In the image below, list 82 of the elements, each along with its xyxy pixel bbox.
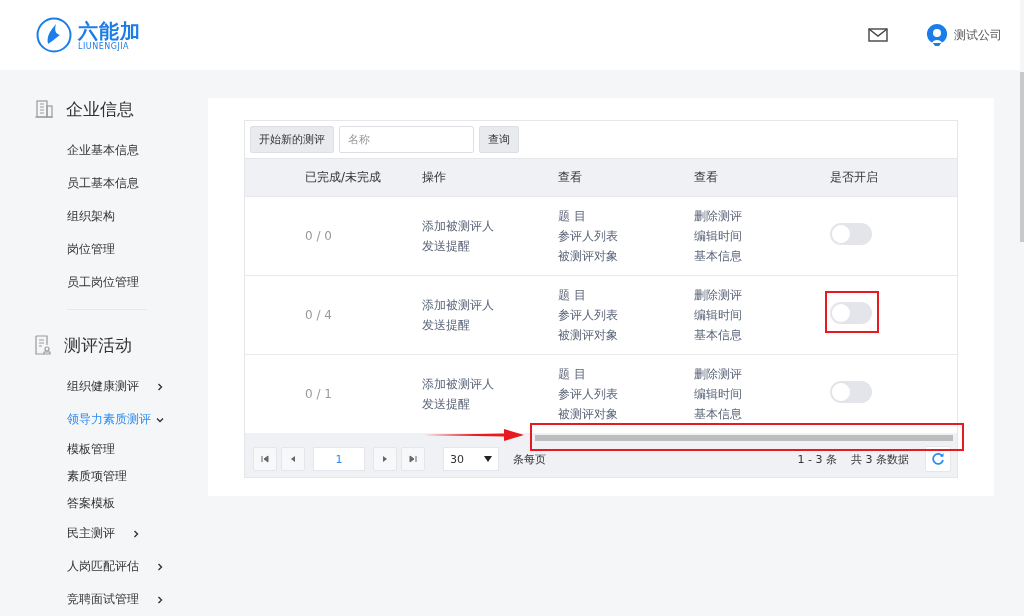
building-icon: [34, 100, 54, 118]
chevron-right-icon: [155, 381, 165, 392]
view-link[interactable]: 删除测评: [694, 207, 830, 225]
toggle-switch[interactable]: [830, 302, 872, 324]
triangle-left-icon: [289, 455, 297, 463]
sidebar-item[interactable]: 民主测评: [67, 517, 208, 550]
progress-count: 0 / 4: [305, 308, 333, 322]
action-link[interactable]: 添加被测评人: [422, 296, 558, 314]
new-evaluation-button[interactable]: 开始新的测评: [250, 126, 334, 153]
name-search-field[interactable]: 名称: [339, 126, 474, 153]
sidebar-item[interactable]: 组织架构: [67, 200, 208, 233]
page-size-select[interactable]: 30: [443, 447, 499, 471]
view-link[interactable]: 参评人列表: [558, 227, 694, 245]
column-header: 查看: [558, 169, 583, 186]
sidebar-item[interactable]: 员工岗位管理: [67, 266, 208, 299]
logo-subtext: LIUNENGJIA: [78, 41, 131, 51]
first-page-icon: [261, 455, 269, 463]
progress-count: 0 / 0: [305, 229, 333, 243]
column-header: 是否开启: [830, 169, 879, 186]
toggle-switch[interactable]: [830, 381, 872, 403]
sidebar-item[interactable]: 岗位管理: [67, 233, 208, 266]
refresh-button[interactable]: [925, 446, 951, 472]
sidebar-item[interactable]: 人岗匹配评估: [67, 550, 208, 583]
mail-icon[interactable]: [868, 28, 888, 42]
page-size-label: 条每页: [513, 451, 546, 467]
last-page-button[interactable]: [401, 447, 425, 471]
view-link[interactable]: 被测评对象: [558, 326, 694, 344]
sidebar-subitem[interactable]: 模板管理: [67, 436, 208, 463]
view-link[interactable]: 删除测评: [694, 365, 830, 383]
first-page-button[interactable]: [253, 447, 277, 471]
view-link[interactable]: 题 目: [558, 207, 694, 225]
view-link[interactable]: 删除测评: [694, 286, 830, 304]
caret-down-icon: [484, 456, 492, 462]
sidebar-subitem[interactable]: 答案模板: [67, 490, 208, 517]
view-link[interactable]: 被测评对象: [558, 247, 694, 265]
triangle-right-icon: [381, 455, 389, 463]
prev-page-button[interactable]: [281, 447, 305, 471]
last-page-icon: [409, 455, 417, 463]
page-number-field[interactable]: 1: [313, 447, 365, 471]
avatar-icon: [926, 23, 948, 47]
view-link[interactable]: 题 目: [558, 365, 694, 383]
logo-text: 六能加: [78, 19, 141, 42]
view-link[interactable]: 基本信息: [694, 247, 830, 265]
action-link[interactable]: 发送提醒: [422, 395, 558, 413]
sidebar-item[interactable]: 企业基本信息: [67, 134, 208, 167]
chevron-right-icon: [131, 528, 141, 539]
refresh-icon: [931, 452, 945, 466]
logo-icon: [36, 17, 72, 53]
sidebar-section-title: 企业信息: [66, 97, 134, 121]
view-link[interactable]: 编辑时间: [694, 306, 830, 324]
sidebar-item[interactable]: 员工基本信息: [67, 167, 208, 200]
action-link[interactable]: 添加被测评人: [422, 375, 558, 393]
view-link[interactable]: 基本信息: [694, 405, 830, 423]
progress-count: 0 / 1: [305, 387, 333, 401]
sidebar-item[interactable]: 竞聘面试管理: [67, 583, 208, 616]
sidebar-item[interactable]: 组织健康测评: [67, 370, 208, 403]
next-page-button[interactable]: [373, 447, 397, 471]
column-header: 已完成/未完成: [305, 169, 383, 186]
report-icon: [34, 335, 52, 355]
view-link[interactable]: 参评人列表: [558, 385, 694, 403]
scrollbar-thumb[interactable]: [535, 435, 953, 441]
view-link[interactable]: 被测评对象: [558, 405, 694, 423]
column-header: 操作: [422, 169, 447, 186]
view-link[interactable]: 编辑时间: [694, 385, 830, 403]
chevron-right-icon: [155, 594, 165, 605]
action-link[interactable]: 发送提醒: [422, 316, 558, 334]
chevron-right-icon: [155, 561, 165, 572]
user-name[interactable]: 测试公司: [954, 26, 1002, 44]
view-link[interactable]: 题 目: [558, 286, 694, 304]
sidebar-subitem[interactable]: 素质项管理: [67, 463, 208, 490]
range-text: 1 - 3 条: [797, 451, 837, 467]
column-header: 查看: [694, 169, 719, 186]
toggle-switch[interactable]: [830, 223, 872, 245]
page-scrollbar-thumb[interactable]: [1020, 72, 1024, 242]
view-link[interactable]: 编辑时间: [694, 227, 830, 245]
total-text: 共 3 条数据: [851, 451, 909, 467]
sidebar-section-title: 测评活动: [64, 333, 132, 357]
view-link[interactable]: 基本信息: [694, 326, 830, 344]
query-button[interactable]: 查询: [479, 126, 519, 153]
action-link[interactable]: 发送提醒: [422, 237, 558, 255]
view-link[interactable]: 参评人列表: [558, 306, 694, 324]
action-link[interactable]: 添加被测评人: [422, 217, 558, 235]
